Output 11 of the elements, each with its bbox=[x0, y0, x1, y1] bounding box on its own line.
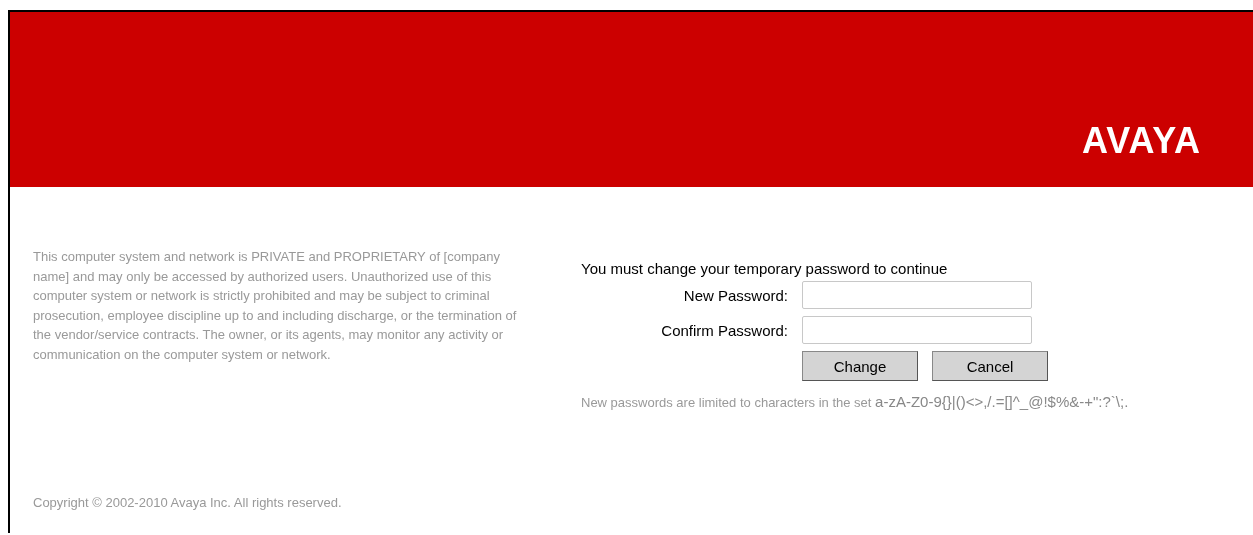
logo: AVAYA bbox=[1081, 123, 1201, 159]
copyright-text: Copyright © 2002-2010 Avaya Inc. All rights reserved. bbox=[32, 495, 343, 510]
form-title: You must change your temporary password to continue bbox=[581, 260, 949, 277]
password-field[interactable] bbox=[802, 281, 1032, 309]
cancel-button[interactable]: Cancel bbox=[932, 351, 1048, 381]
field-label: Confirm Password: bbox=[661, 321, 788, 339]
disclaimer-text: This computer system and network is PRIVATE and PROPRIETARY of [company name] and may only be accessed by authorized users. Unauthorized use of this computer system or network is strictly prohibited and may be subject to criminal prosecution, employee discipline up to and including discharge, or the termination of the vendor/service contracts. The owner, or its agents, may monitor any activity or communication on the computer system or network. bbox=[33, 248, 518, 364]
field-label: New Password: bbox=[683, 286, 788, 304]
change-button[interactable]: Change bbox=[802, 351, 918, 381]
password-rule-text: New passwords are limited to characters in the set a-zA-Z0-9{}|()<>,/.=[]^_@!$%&-+":?`\;. bbox=[581, 393, 1129, 410]
password-field[interactable] bbox=[802, 316, 1032, 344]
